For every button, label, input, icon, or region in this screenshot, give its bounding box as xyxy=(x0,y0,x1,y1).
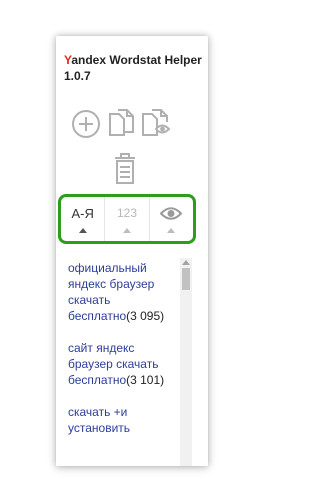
scroll-thumb[interactable] xyxy=(182,268,190,290)
list-scrollbar[interactable] xyxy=(180,258,192,466)
sort-view-button[interactable] xyxy=(150,197,193,241)
sort-arrow-up-icon xyxy=(167,228,176,233)
eye-icon xyxy=(160,207,183,220)
copy-button[interactable] xyxy=(106,108,138,140)
list-item[interactable]: скачать +и установить xyxy=(68,404,180,436)
title-text: andex Wordstat Helper 1.0.7 xyxy=(64,53,202,83)
sort-count-label: 123 xyxy=(116,206,137,220)
copy-icon xyxy=(109,109,134,136)
add-button[interactable] xyxy=(70,108,102,140)
list-item[interactable]: официальный яндекс браузер скачать беспл… xyxy=(68,260,180,324)
phrase-text: скачать +и установить xyxy=(68,405,131,435)
toolbar xyxy=(70,108,200,142)
trash-icon xyxy=(115,153,135,184)
sort-count-button[interactable]: 123 xyxy=(105,197,150,241)
sort-arrow-up-icon xyxy=(78,228,87,233)
screen: Yandex Wordstat Helper 1.0.7 А-Я 123 офи… xyxy=(0,0,243,492)
list-item[interactable]: сайт яндекс браузер скачать бесплатно(3 … xyxy=(68,340,180,388)
phrase-count: (3 101) xyxy=(126,373,165,387)
sort-alpha-button[interactable]: А-Я xyxy=(61,197,106,241)
copy-view-button[interactable] xyxy=(140,108,172,140)
sort-alpha-label: А-Я xyxy=(71,206,94,221)
extension-panel: Yandex Wordstat Helper 1.0.7 А-Я 123 офи… xyxy=(56,36,208,466)
phrase-list: официальный яндекс браузер скачать беспл… xyxy=(68,260,180,452)
delete-button[interactable] xyxy=(110,150,140,186)
panel-title: Yandex Wordstat Helper 1.0.7 xyxy=(64,52,204,84)
view-copy-icon xyxy=(142,109,171,136)
scroll-up-icon[interactable] xyxy=(182,260,190,265)
sort-controls: А-Я 123 xyxy=(58,194,196,244)
add-icon xyxy=(72,110,100,138)
sort-arrow-up-icon xyxy=(122,228,131,233)
phrase-count: (3 095) xyxy=(126,309,165,323)
